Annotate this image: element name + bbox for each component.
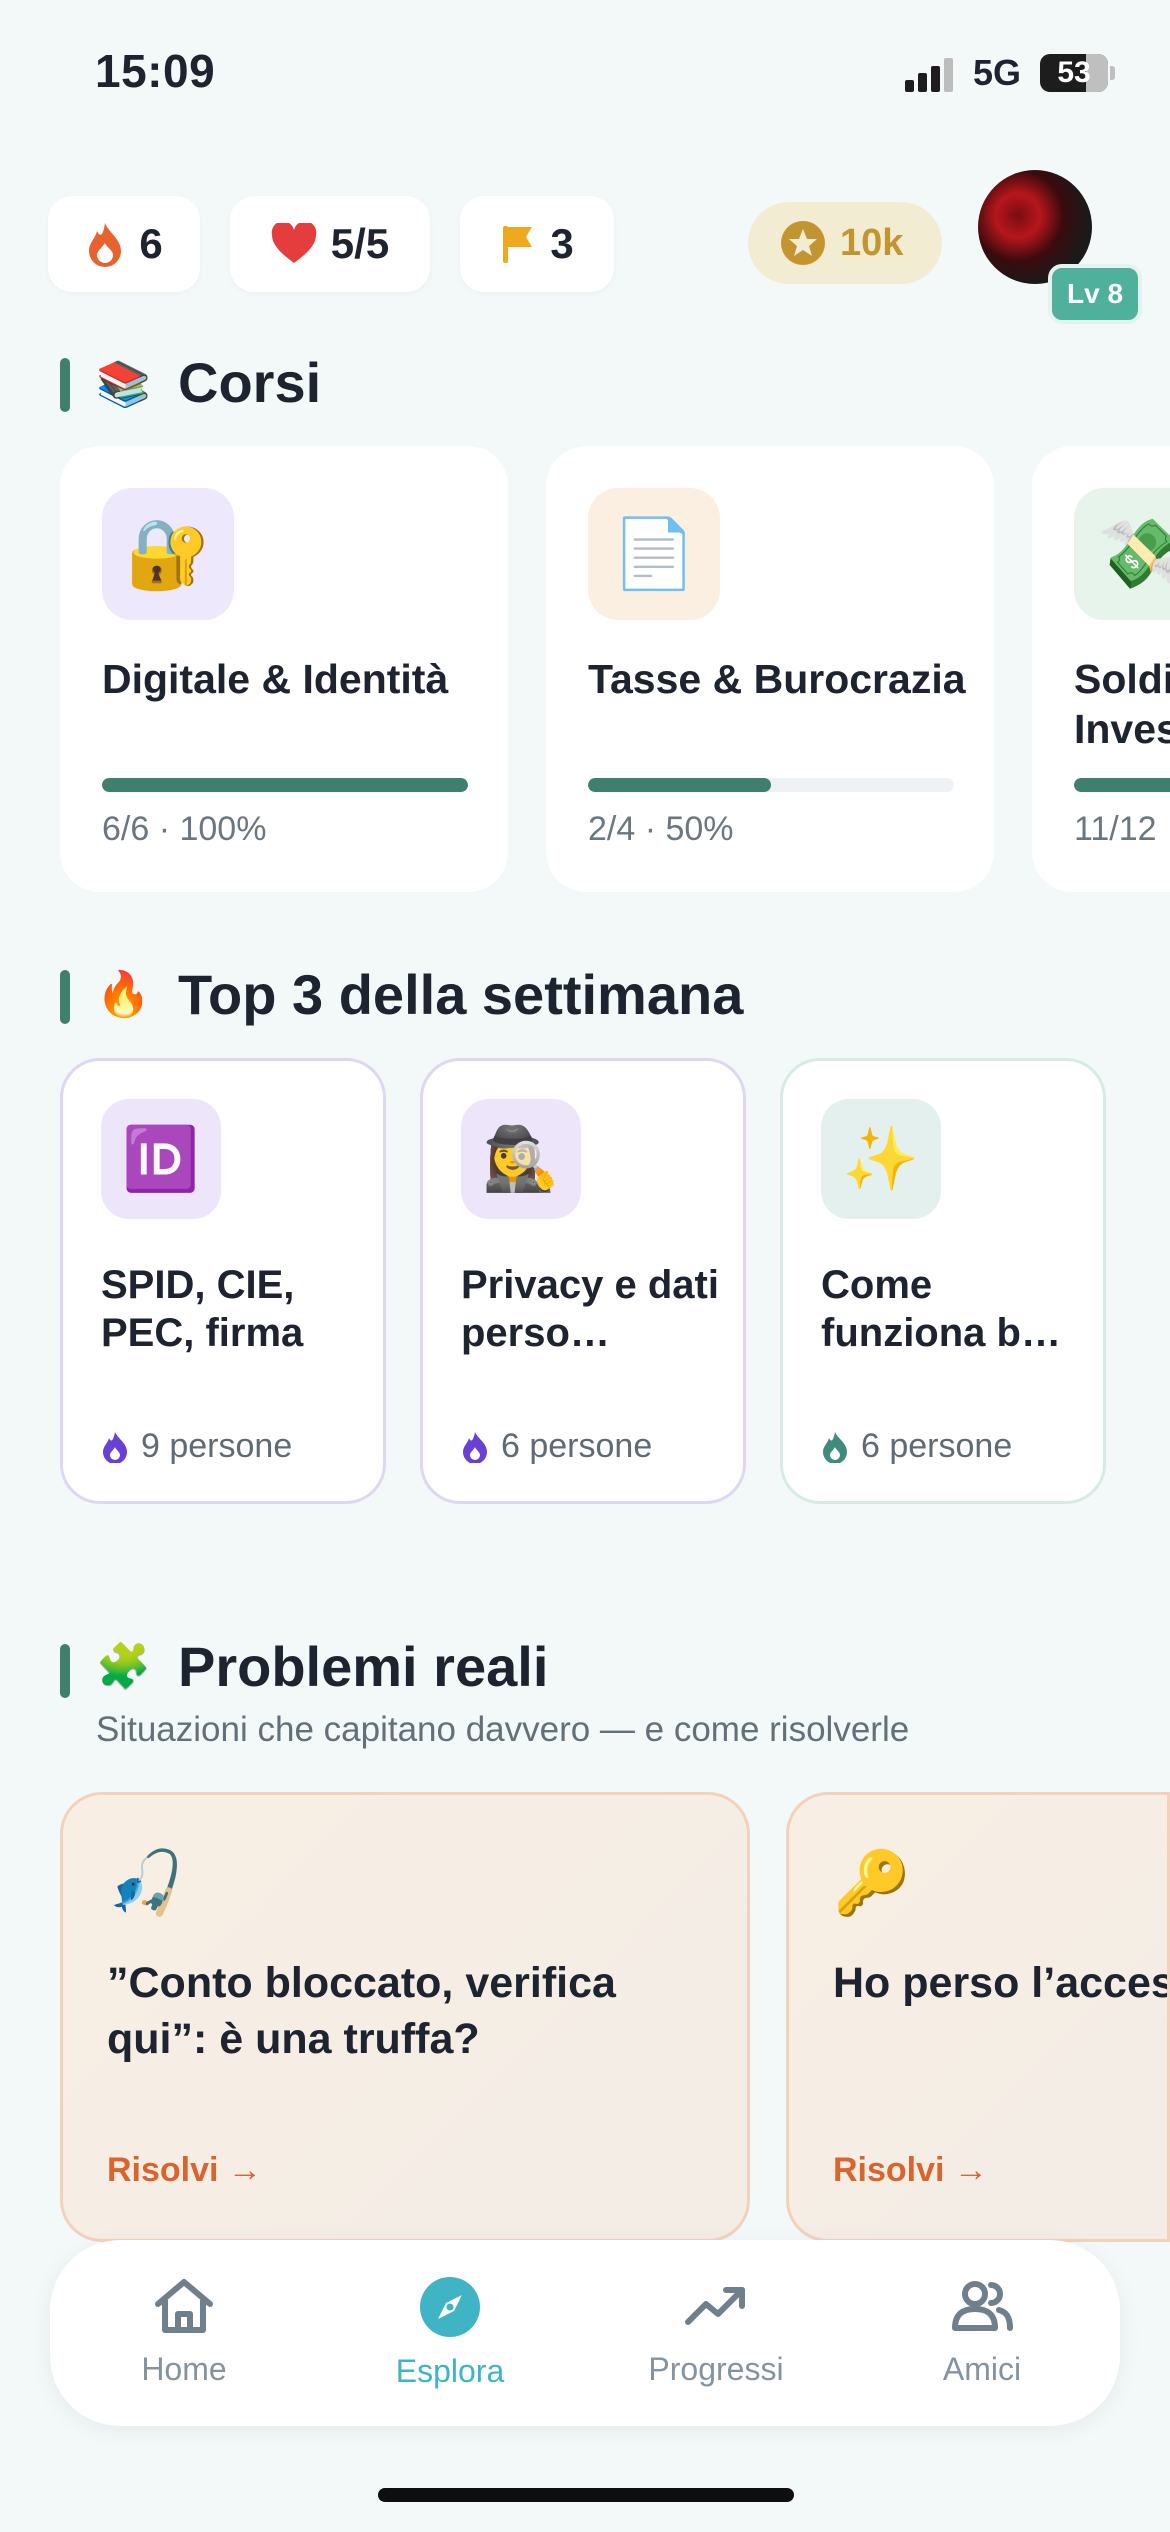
solve-link[interactable]: Risolvi → [833, 2151, 988, 2190]
books-icon: 📚 [96, 360, 151, 409]
users-icon [952, 2281, 1013, 2331]
problem-title: Ho perso l’accesso SPID [833, 1959, 1167, 2007]
solve-link[interactable]: Risolvi → [107, 2151, 262, 2190]
compass-icon [420, 2277, 480, 2337]
people-count-text: 9 persone [141, 1427, 293, 1465]
top-course-title: Come funziona b… [821, 1263, 1061, 1355]
lives-pill[interactable]: 5/5 [230, 196, 430, 292]
people-count: 9 persone [101, 1427, 292, 1466]
nav-label: Esplora [395, 2353, 505, 2389]
network-type: 5G [973, 52, 1022, 93]
battery-tip [1110, 66, 1115, 80]
level-badge: Lv 8 [1048, 264, 1142, 324]
flag-icon [503, 226, 533, 263]
money-icon: 💸 [1074, 488, 1170, 620]
problem-card[interactable]: 🎣 ”Conto bloccato, verifica qui”: è una … [60, 1792, 750, 2242]
trending-up-icon [685, 2287, 745, 2325]
people-count-text: 6 persone [861, 1427, 1013, 1465]
nav-progress[interactable]: Progressi [616, 2276, 816, 2388]
flame-icon [823, 1431, 847, 1463]
nav-label: Amici [942, 2351, 1022, 2387]
flame-icon [463, 1431, 487, 1463]
flags-pill[interactable]: 3 [460, 196, 614, 292]
course-title: Soldi Inves [1074, 656, 1170, 752]
coins-pill[interactable]: 10k [748, 202, 942, 284]
coins-count: 10k [840, 221, 904, 264]
status-time: 15:09 [95, 45, 216, 97]
key-icon: 🔑 [833, 1849, 911, 1918]
home-indicator [378, 2488, 794, 2502]
course-progress-text: 6/6 · 100% [102, 810, 267, 848]
progress-bar [1074, 778, 1170, 792]
lock-icon: 🔐 [102, 488, 234, 620]
section-accent-bar [60, 358, 70, 412]
people-count-text: 6 persone [501, 1427, 653, 1465]
section-title-courses: Corsi [178, 351, 322, 414]
lives-count: 5/5 [330, 220, 390, 267]
puzzle-icon: 🧩 [96, 1642, 151, 1691]
top-course-card[interactable]: 🆔 SPID, CIE, PEC, firma 9 persone [60, 1058, 386, 1504]
problem-card[interactable]: 🔑 Ho perso l’accesso SPID Risolvi → [786, 1792, 1170, 2242]
course-title: Digitale & Identità [102, 656, 449, 702]
streak-count: 6 [139, 220, 163, 267]
section-accent-bar [60, 1644, 70, 1698]
section-subtitle-problems: Situazioni che capitano davvero — e come… [96, 1710, 910, 1749]
fire-icon: 🔥 [96, 970, 151, 1019]
people-count: 6 persone [461, 1427, 652, 1466]
fishing-icon: 🎣 [107, 1849, 185, 1918]
top-course-title: SPID, CIE, PEC, firma [101, 1263, 304, 1355]
document-icon: 📄 [588, 488, 720, 620]
nav-label: Home [141, 2351, 227, 2387]
people-count: 6 persone [821, 1427, 1012, 1466]
flame-icon [89, 223, 122, 267]
section-title-problems: Problemi reali [178, 1635, 549, 1698]
id-icon: 🆔 [101, 1099, 221, 1219]
signal-icon [905, 58, 953, 92]
course-card[interactable]: 💸 Soldi Inves 11/12 · [1032, 446, 1170, 892]
course-title: Tasse & Burocrazia [588, 656, 966, 702]
course-card[interactable]: 🔐 Digitale & Identità 6/6 · 100% [60, 446, 508, 892]
nav-friends[interactable]: Amici [882, 2276, 1082, 2388]
problem-title: ”Conto bloccato, verifica qui”: è una tr… [107, 1959, 616, 2063]
section-accent-bar [60, 970, 70, 1024]
course-progress-text: 11/12 · [1074, 810, 1170, 848]
battery-icon: 53 [1040, 54, 1108, 92]
course-progress-text: 2/4 · 50% [588, 810, 734, 848]
heart-icon [271, 223, 317, 263]
sparkles-icon: ✨ [821, 1099, 941, 1219]
course-card[interactable]: 📄 Tasse & Burocrazia 2/4 · 50% [546, 446, 994, 892]
top-course-title: Privacy e dati perso… [461, 1263, 719, 1355]
progress-bar [102, 778, 468, 792]
streak-pill[interactable]: 6 [48, 196, 200, 292]
nav-label: Progressi [648, 2351, 784, 2387]
flame-icon [103, 1431, 127, 1463]
flags-count: 3 [550, 220, 574, 267]
bottom-nav: Home Esplora Progressi Amici [50, 2240, 1120, 2426]
detective-icon: 🕵️‍♀️ [461, 1099, 581, 1219]
star-coin-icon [781, 221, 825, 265]
section-title-top3: Top 3 della settimana [178, 963, 744, 1026]
top-course-card[interactable]: ✨ Come funziona b… 6 persone [780, 1058, 1106, 1504]
home-icon [155, 2279, 213, 2333]
progress-bar [588, 778, 954, 792]
battery-level: 53 [1057, 56, 1091, 89]
nav-home[interactable]: Home [84, 2276, 284, 2388]
top-course-card[interactable]: 🕵️‍♀️ Privacy e dati perso… 6 persone [420, 1058, 746, 1504]
nav-explore[interactable]: Esplora [350, 2276, 550, 2390]
